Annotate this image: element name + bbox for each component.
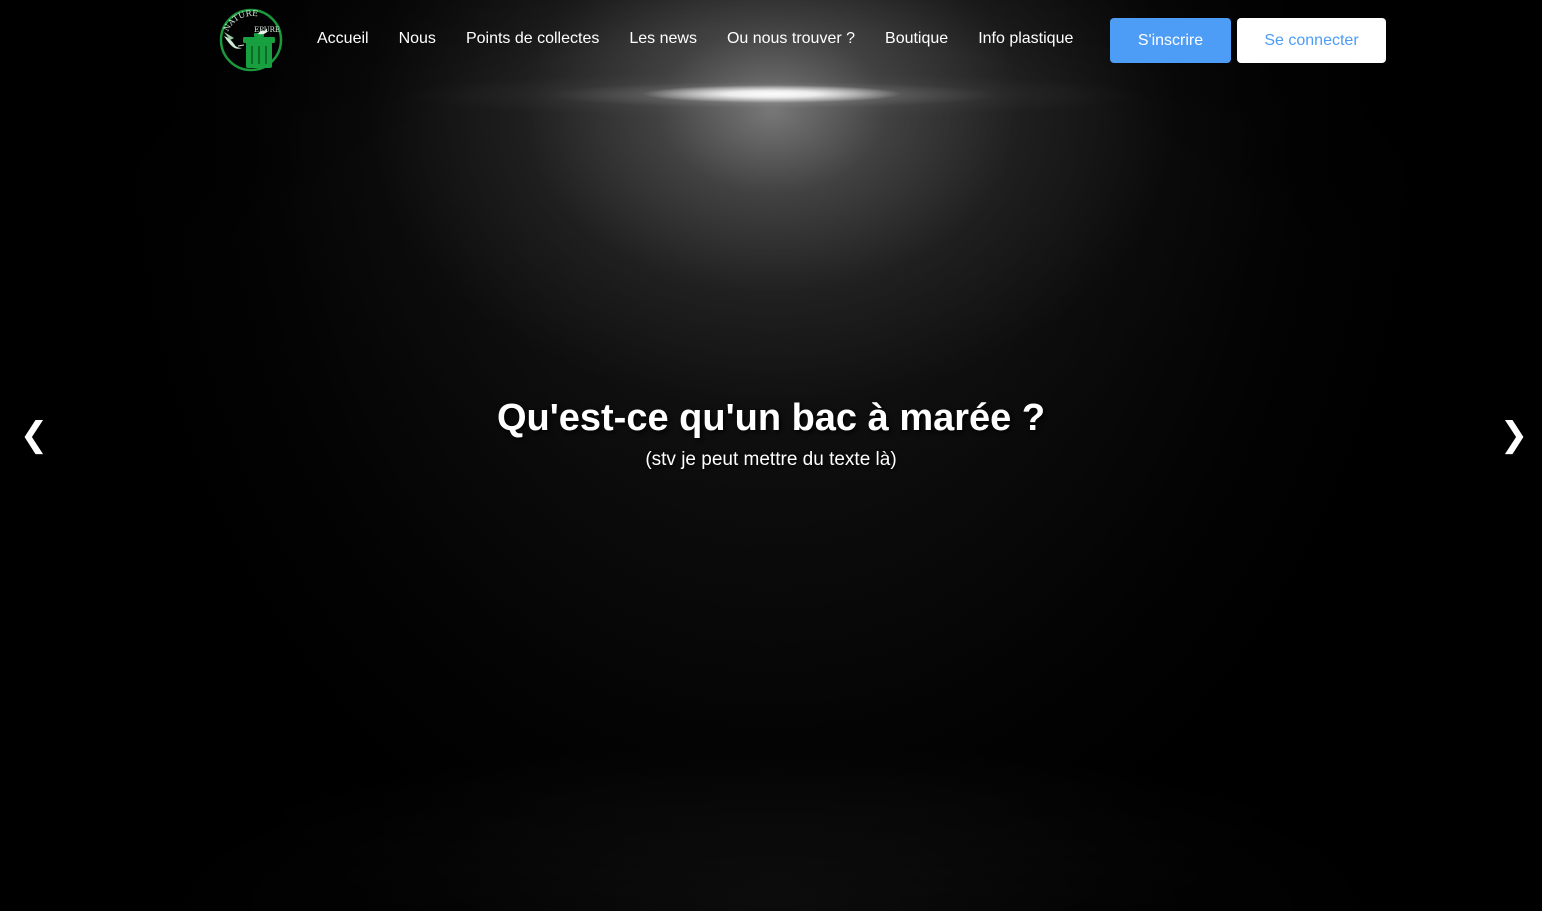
page: NATURE EPURE Accueil Nous Points de coll… — [0, 0, 1542, 911]
nav-item-ou-nous-trouver[interactable]: Ou nous trouver ? — [712, 28, 870, 50]
hero-title: Qu'est-ce qu'un bac à marée ? — [496, 397, 1046, 439]
main-nav: Accueil Nous Points de collectes Les new… — [302, 28, 1088, 50]
login-button[interactable]: Se connecter — [1237, 18, 1386, 63]
nav-item-accueil[interactable]: Accueil — [302, 28, 384, 50]
signup-button[interactable]: S'inscrire — [1110, 18, 1231, 63]
nav-item-les-news[interactable]: Les news — [614, 28, 712, 50]
nav-item-info-plastique[interactable]: Info plastique — [963, 28, 1088, 50]
nav-item-nous[interactable]: Nous — [384, 28, 451, 50]
site-header: NATURE EPURE Accueil Nous Points de coll… — [0, 0, 1542, 80]
site-logo[interactable]: NATURE EPURE — [216, 6, 286, 72]
logo-wordmark-bottom: EPURE — [254, 26, 280, 34]
logo-graphic: NATURE EPURE — [219, 9, 283, 72]
hero-subtitle: (stv je peut mettre du texte là) — [645, 449, 897, 470]
nav-item-points-de-collectes[interactable]: Points de collectes — [451, 28, 614, 50]
nav-item-boutique[interactable]: Boutique — [870, 28, 963, 50]
